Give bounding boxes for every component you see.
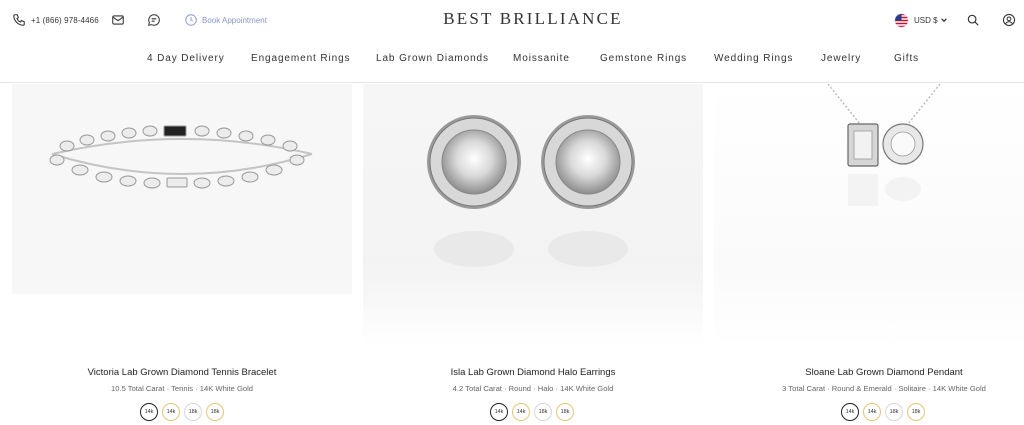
metal-option-white-gold-14k[interactable]: 14k — [841, 403, 859, 421]
nav-item-4-day-delivery[interactable]: 4 Day Delivery — [147, 53, 225, 64]
account-icon — [1002, 13, 1016, 27]
metal-options: 14k 14k 18k 18k — [490, 403, 574, 421]
top-bar: +1 (866) 978-4466 Book Appointment BEST … — [0, 0, 1024, 40]
metal-option-yellow-gold-18k[interactable]: 18k — [907, 403, 925, 421]
metal-option-white-gold-18k[interactable]: 18k — [184, 403, 202, 421]
brand-logo[interactable]: BEST BRILLIANCE — [0, 9, 1024, 29]
metal-options: 14k 14k 18k 18k — [841, 403, 925, 421]
product-card[interactable]: Victoria Lab Grown Diamond Tennis Bracel… — [12, 84, 352, 425]
currency-label: USD $ — [914, 15, 938, 25]
currency-selector[interactable]: USD $ — [894, 11, 948, 29]
metal-option-yellow-gold-14k[interactable]: 14k — [512, 403, 530, 421]
chevron-down-icon — [940, 18, 947, 23]
product-image[interactable] — [714, 84, 1024, 348]
nav-item-engagement-rings[interactable]: Engagement Rings — [251, 53, 350, 64]
product-details: 10.5 Total Carat · Tennis · 14K White Go… — [111, 384, 253, 393]
product-name[interactable]: Isla Lab Grown Diamond Halo Earrings — [363, 367, 703, 378]
us-flag-icon — [894, 13, 909, 27]
metal-option-white-gold-18k[interactable]: 18k — [534, 403, 552, 421]
product-image[interactable] — [12, 84, 352, 294]
metal-option-yellow-gold-14k[interactable]: 14k — [162, 403, 180, 421]
nav-item-gifts[interactable]: Gifts — [894, 53, 919, 64]
search-button[interactable] — [966, 11, 980, 29]
metal-option-white-gold-18k[interactable]: 18k — [885, 403, 903, 421]
nav-item-moissanite[interactable]: Moissanite — [513, 53, 570, 64]
nav-item-lab-grown-diamonds[interactable]: Lab Grown Diamonds — [376, 53, 489, 64]
nav-item-jewelry[interactable]: Jewelry — [821, 53, 861, 64]
nav-item-gemstone-rings[interactable]: Gemstone Rings — [600, 53, 687, 64]
main-navigation: 4 Day Delivery Engagement Rings Lab Grow… — [0, 40, 1024, 83]
product-card[interactable]: Isla Lab Grown Diamond Halo Earrings 4.2… — [363, 84, 703, 425]
metal-option-yellow-gold-18k[interactable]: 18k — [556, 403, 574, 421]
search-icon — [967, 14, 979, 26]
metal-option-yellow-gold-18k[interactable]: 18k — [206, 403, 224, 421]
product-name[interactable]: Sloane Lab Grown Diamond Pendant — [714, 367, 1024, 378]
product-details: 3 Total Carat · Round & Emerald · Solita… — [782, 384, 986, 393]
nav-item-wedding-rings[interactable]: Wedding Rings — [714, 53, 793, 64]
metal-option-white-gold-14k[interactable]: 14k — [140, 403, 158, 421]
metal-option-white-gold-14k[interactable]: 14k — [490, 403, 508, 421]
metal-option-yellow-gold-14k[interactable]: 14k — [863, 403, 881, 421]
product-name[interactable]: Victoria Lab Grown Diamond Tennis Bracel… — [12, 367, 352, 378]
account-button[interactable] — [1002, 11, 1016, 29]
metal-options: 14k 14k 18k 18k — [140, 403, 224, 421]
product-image[interactable] — [363, 84, 703, 348]
product-details: 4.2 Total Carat · Round · Halo · 14K Whi… — [452, 384, 614, 393]
product-card[interactable]: Sloane Lab Grown Diamond Pendant 3 Total… — [714, 84, 1024, 425]
